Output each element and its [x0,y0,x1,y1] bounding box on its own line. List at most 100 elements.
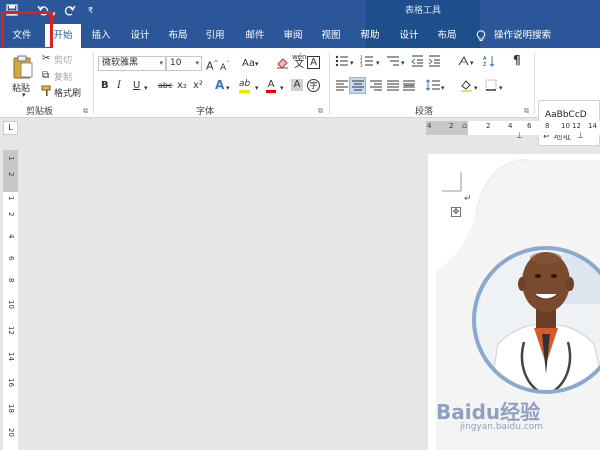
ruler-tick-label: 10 [7,300,15,309]
ruler-tick-label: 2 [7,212,15,217]
svg-text:3: 3 [360,63,363,67]
tab-stop-icon[interactable]: ⊥ [577,131,584,140]
clipboard-group-label: 剪贴板 [26,107,54,117]
ruler-tick-label: 4 [427,122,432,130]
multilevel-list-icon[interactable] [386,55,400,71]
font-size-value: 10 [170,58,182,68]
chevron-down-icon[interactable]: ▾ [470,57,474,69]
paragraph-group-label: 段落 [415,107,434,117]
ruler-tick-label: 8 [545,122,550,130]
chinese-layout-icon[interactable] [457,54,470,71]
chevron-down-icon: ▾ [159,59,163,67]
ruler-tick-label: 16 [7,378,15,387]
tab-references[interactable]: 引用 [200,24,230,48]
ruler-tick-label: 12 [572,122,581,130]
chevron-down-icon[interactable]: ▾ [226,82,230,94]
indent-marker-icon[interactable]: ⌂ [462,121,467,130]
chevron-down-icon[interactable]: ▾ [401,57,405,69]
tab-view[interactable]: 视图 [316,24,346,48]
tab-review[interactable]: 审阅 [278,24,308,48]
underline-button[interactable]: U [133,80,140,92]
ribbon: 粘贴 ▾ ✂ 剪切 ⧉ 复制 格式刷 剪贴板 ⧉ 微软雅黑 ▾ 10 ▾ A^ Aˇ… [0,48,600,146]
paragraph-mark-icon: ↵ [464,194,472,204]
tell-me-search[interactable]: 操作说明搜索 [494,24,560,48]
font-launcher-icon[interactable]: ⧉ [318,107,323,116]
align-left-icon[interactable] [336,80,348,95]
watermark-logo: Baidu经验 [436,400,541,424]
superscript-button[interactable]: x² [193,80,203,92]
chevron-down-icon[interactable]: ▾ [255,82,259,94]
ruler-tick-label: 2 [7,172,15,177]
context-tools-title: 表格工具 [366,0,480,24]
bold-button[interactable]: B [101,80,109,92]
tab-insert[interactable]: 插入 [86,24,116,48]
redo-icon[interactable] [64,4,76,20]
chevron-down-icon[interactable]: ▾ [474,82,478,94]
justify-icon[interactable] [387,80,399,95]
format-painter-label[interactable]: 格式刷 [54,86,81,99]
increase-indent-icon[interactable] [428,55,441,71]
ruler-tick-label: 2 [486,122,491,130]
tab-help[interactable]: 帮助 [355,24,385,48]
character-shading-button[interactable]: A [291,79,303,91]
tab-stop-icon[interactable]: ⊥ [516,131,523,140]
ruler-tick-label: 12 [7,326,15,335]
italic-button[interactable]: I [117,80,121,92]
show-formatting-marks-icon[interactable]: ¶ [513,54,521,66]
tab-layout[interactable]: 布局 [163,24,193,48]
grow-font-icon[interactable]: A^ [206,58,219,73]
underline-dropdown-icon[interactable]: ▾ [144,82,148,94]
paste-label[interactable]: 粘贴 [12,81,30,94]
tab-mailings[interactable]: 邮件 [240,24,270,48]
horizontal-ruler[interactable]: 4 2 ⌂ 2 4 6 8 10 12 14 [426,121,600,135]
shrink-font-icon[interactable]: Aˇ [220,59,229,74]
lightbulb-icon [474,24,488,48]
table-move-handle-icon[interactable]: ✥ [451,207,461,217]
subscript-button[interactable]: x₂ [177,80,187,92]
font-color-button[interactable]: A [266,79,276,93]
tab-selector[interactable]: L [3,121,18,135]
file-tab-highlight-box [1,11,53,50]
bullets-icon[interactable] [335,55,349,71]
paste-dropdown-icon[interactable]: ▾ [22,91,26,99]
font-size-select[interactable]: 10 ▾ [166,56,202,71]
line-spacing-icon[interactable] [425,79,440,95]
strikethrough-button[interactable]: abc [158,80,172,92]
baidu-watermark: Baidu经验 jingyan.baidu.com [436,396,596,438]
paste-icon[interactable] [12,54,34,84]
align-right-icon[interactable] [370,80,382,95]
borders-icon[interactable] [485,79,497,95]
font-name-select[interactable]: 微软雅黑 ▾ [98,56,166,71]
tab-design[interactable]: 设计 [125,24,155,48]
decrease-indent-icon[interactable] [411,55,424,71]
shading-icon[interactable] [460,79,473,96]
chevron-down-icon[interactable]: ▾ [499,82,503,94]
ruler-tick-label: 4 [7,234,15,239]
clipboard-launcher-icon[interactable]: ⧉ [83,107,88,116]
character-border-icon[interactable]: A [307,56,320,69]
sort-icon[interactable]: AZ [483,55,496,71]
doctor-photo[interactable] [468,224,600,394]
numbering-icon[interactable]: 123 [360,55,374,71]
align-center-button[interactable] [349,77,366,94]
chevron-down-icon[interactable]: ▾ [350,57,354,69]
style-preview-text: AaBbCcD [545,110,587,120]
highlight-color-button[interactable]: ab [239,79,251,93]
cut-label[interactable]: 剪切 [54,53,72,66]
copy-label[interactable]: 复制 [54,70,72,83]
distributed-icon[interactable] [403,80,415,95]
paragraph-launcher-icon[interactable]: ⧉ [524,107,529,116]
chevron-down-icon[interactable]: ▾ [441,82,445,94]
tab-table-layout[interactable]: 布局 [432,24,462,48]
chevron-down-icon[interactable]: ▾ [280,82,284,94]
customize-quick-access-icon[interactable]: ₹ [88,4,93,18]
change-case-icon[interactable]: Aa▾ [242,58,258,70]
enclose-characters-button[interactable]: 字 [307,79,320,92]
clear-formatting-icon[interactable] [276,57,289,73]
text-effects-button[interactable]: A [215,79,224,91]
chevron-down-icon[interactable]: ▾ [376,57,380,69]
phonetic-guide-icon[interactable]: wén 文 [292,53,306,70]
margin-corner-mark [442,172,462,192]
vertical-ruler[interactable]: 1 2 1 2 4 6 8 10 12 14 16 18 20 [3,150,18,450]
tab-table-design[interactable]: 设计 [394,24,424,48]
